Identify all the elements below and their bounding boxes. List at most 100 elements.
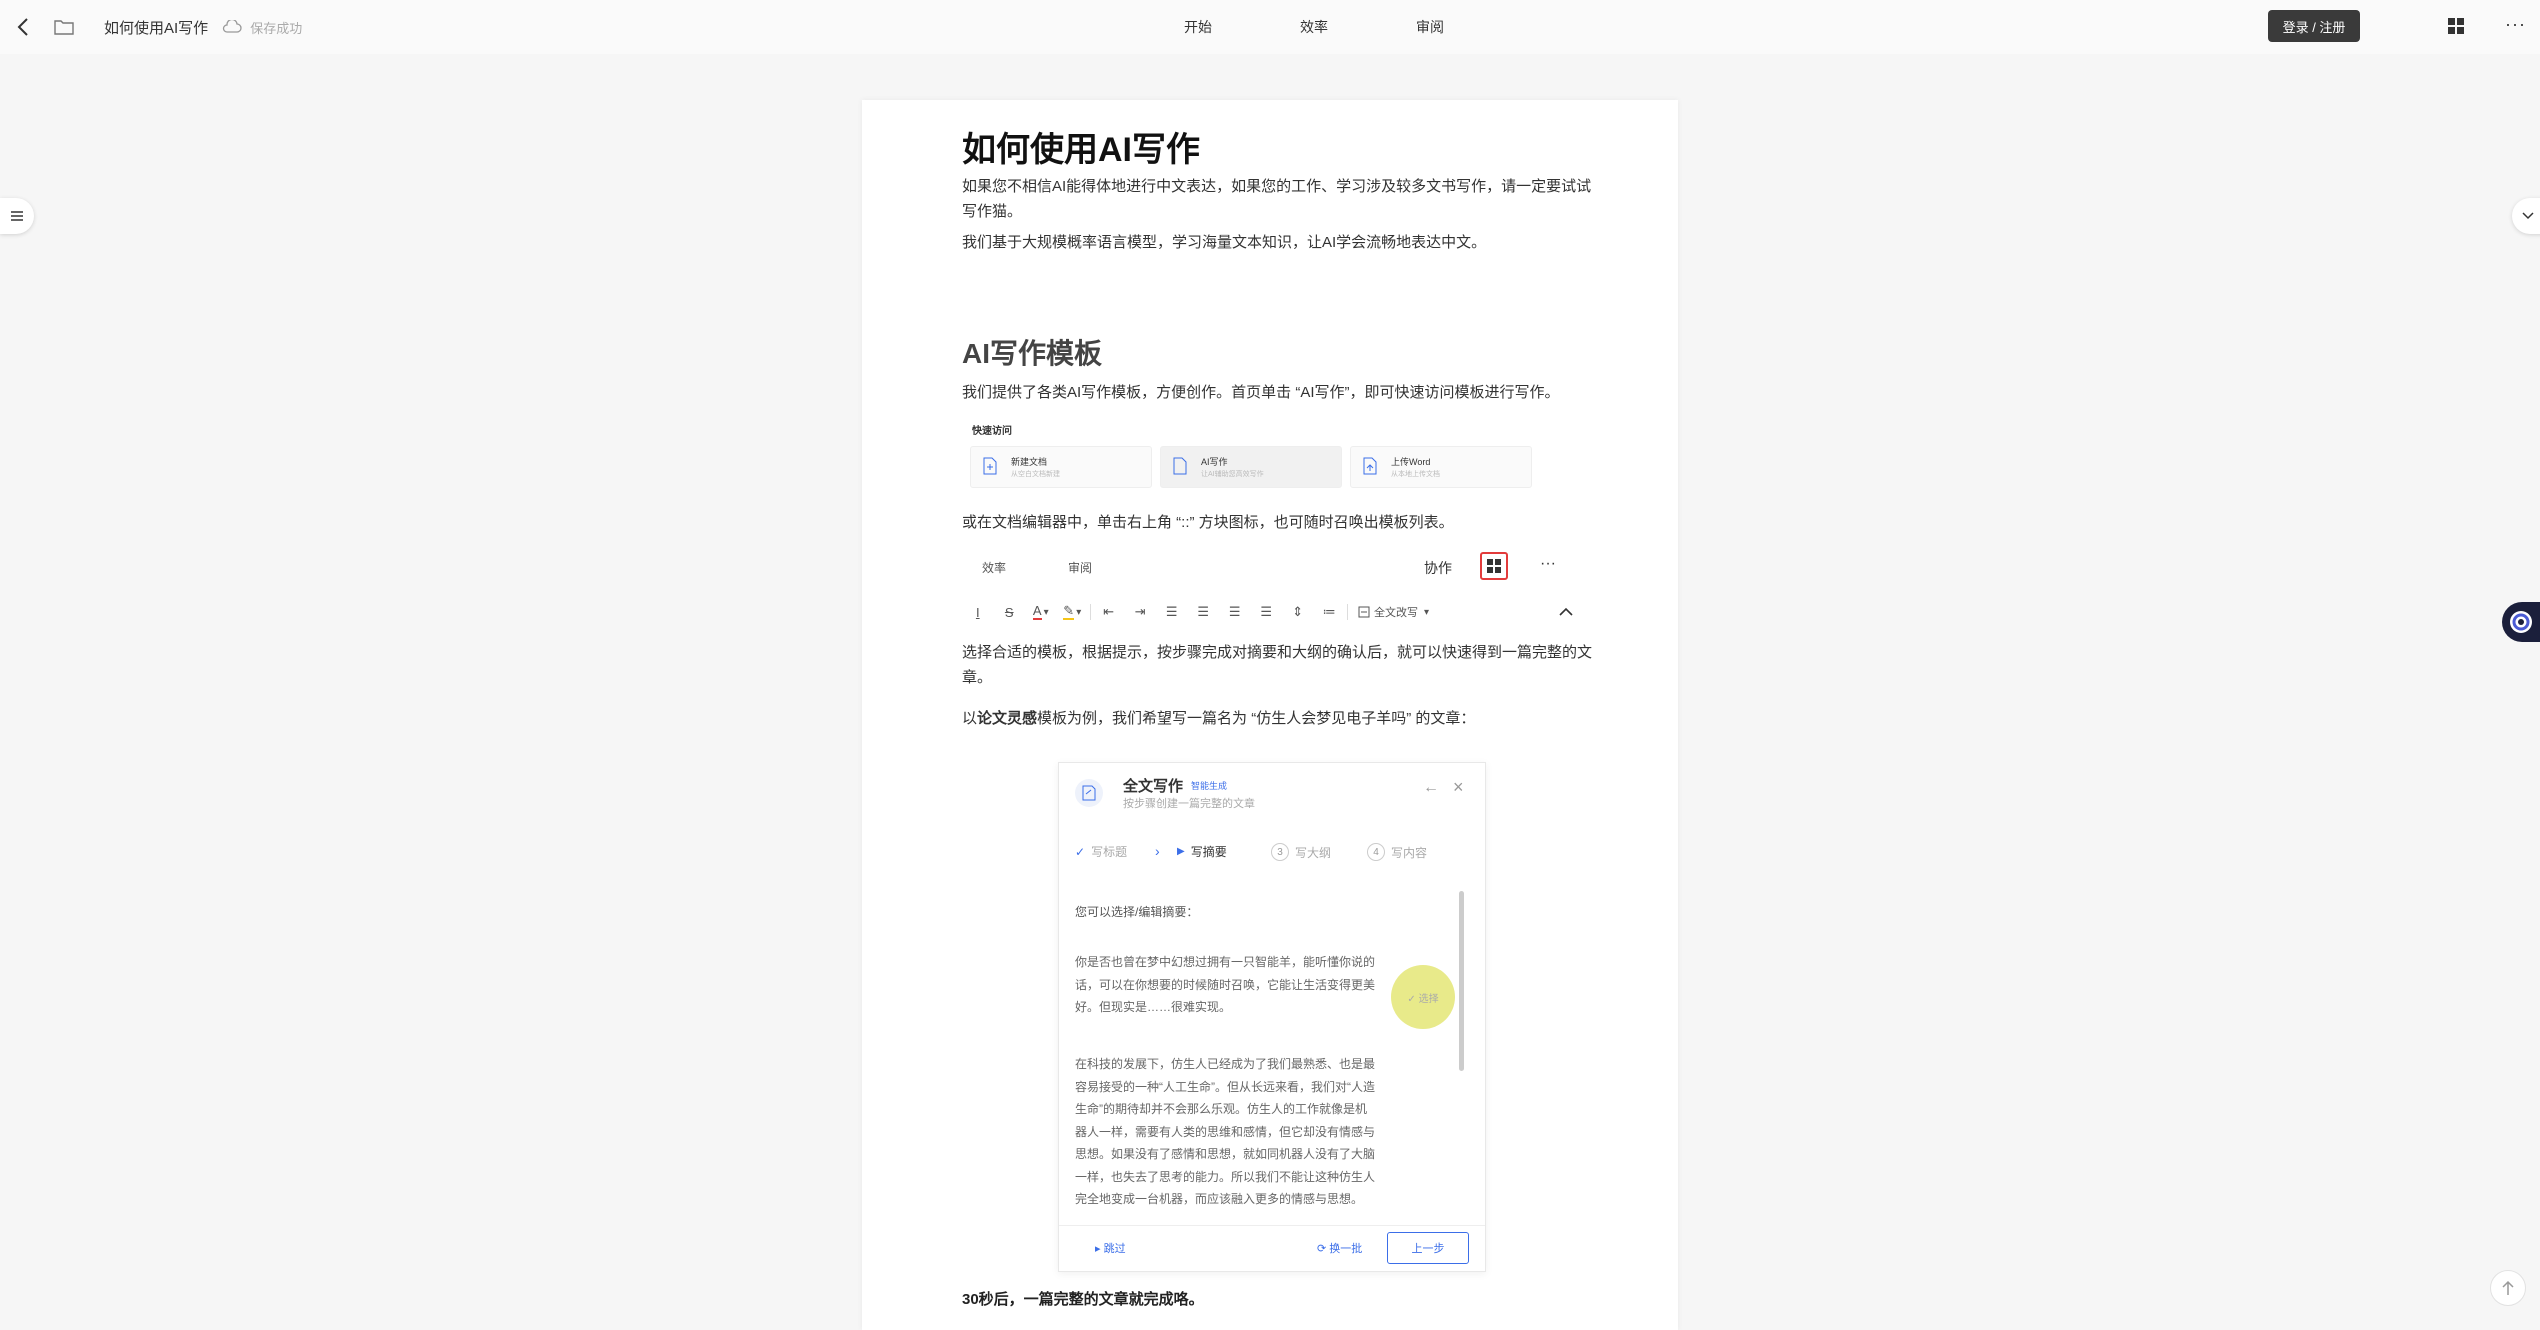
tab-start[interactable]: 开始 [1140, 17, 1256, 37]
arrow-left-icon: ← [1423, 779, 1439, 796]
quick-access-card-upload: 上传Word 从本地上传文档 [1350, 446, 1532, 488]
doc-icon [1173, 457, 1187, 475]
login-button[interactable]: 登录 / 注册 [2268, 10, 2360, 42]
paragraph-templates: 我们提供了各类AI写作模板，方便创作。首页单击 “AI写作”，即可快速访问模板进… [962, 384, 1560, 401]
menu-tabs: 开始 效率 审阅 [1140, 0, 1488, 54]
outline-toggle-button[interactable] [0, 198, 34, 234]
new-doc-icon [983, 457, 997, 475]
paragraph-editor-hint: 或在文档编辑器中，单击右上角 “::” 方块图标，也可随时召唤出模板列表。 [962, 514, 1454, 531]
modal-label: 您可以选择/编辑摘要： [1075, 905, 1199, 919]
grid-icon [2448, 18, 2464, 34]
document-page: 如何使用AI写作 如果您不相信AI能得体地进行中文表达，如果您的工作、学习涉及较… [862, 100, 1678, 1330]
rewrite-icon [1358, 606, 1370, 618]
toolbar-divider [1347, 604, 1348, 620]
quick-access-title: 快速访问 [972, 426, 1012, 437]
arrow-up-icon [2502, 1280, 2514, 1295]
menu-icon [11, 211, 23, 221]
example-prefix: 以 [962, 710, 978, 727]
modal-title: 全文写作 [1123, 778, 1184, 795]
skip-link: ▸ 跳过 [1095, 1243, 1126, 1255]
close-icon: × [1453, 777, 1464, 797]
select-highlight: ✓ 选择 [1391, 965, 1455, 1029]
chevron-down-icon [2522, 212, 2534, 220]
document-title[interactable]: 如何使用AI写作 [104, 17, 208, 38]
cloud-icon [222, 20, 242, 34]
modal-subtitle: 按步骤创建一篇完整的文章 [1123, 798, 1255, 810]
paragraph-final: 30秒后，一篇完整的文章就完成咯。 [962, 1291, 1204, 1308]
chevron-left-icon [17, 18, 28, 36]
right-panel-toggle[interactable] [2512, 198, 2540, 234]
quick-access-name: 上传Word [1391, 457, 1431, 467]
save-status: 保存成功 [250, 20, 303, 36]
quick-access-image: 快速访问 新建文档 从空白文档新建 AI写作 让AI辅助您高效写作 上传Word… [962, 412, 1562, 492]
heading-2: AI写作模板 [962, 338, 1103, 369]
top-bar-left: 如何使用AI写作 保存成功 [12, 0, 302, 54]
abstract-option-1: 你是否也曾在梦中幻想过拥有一只智能羊，能听懂你说的话，可以在你想要的时候随时召唤… [1075, 955, 1375, 1014]
heading-1: 如何使用AI写作 [962, 131, 1200, 169]
quick-access-sub: 让AI辅助您高效写作 [1201, 471, 1264, 478]
step-separator-icon: › [1155, 843, 1160, 859]
toolbar-image: 效率 审阅 协作 ··· I S A▾ ✎▾ ⇤ ⇥ ☰ ☰ ☰ ☰ ⇕ ≔ [962, 544, 1582, 640]
modal-footer: ▸ 跳过 ⟳ 换一批 上一步 [1059, 1225, 1485, 1271]
toolbar-image-more: ··· [1540, 555, 1556, 572]
modal-scrollbar [1459, 891, 1464, 1071]
swap-batch-link: ⟳ 换一批 [1317, 1243, 1363, 1255]
outdent-icon: ⇤ [1103, 604, 1115, 619]
quick-access-card-ai: AI写作 让AI辅助您高效写作 [1160, 446, 1342, 488]
toolbar-divider [1090, 604, 1091, 620]
indent-icon: ⇥ [1134, 604, 1146, 619]
step-item: 3 写大纲 [1271, 843, 1331, 861]
align-left-icon: ☰ [1165, 604, 1178, 619]
line-height-icon: ⇕ [1292, 604, 1304, 619]
template-grid-button[interactable] [2447, 17, 2467, 37]
folder-button[interactable] [54, 12, 78, 42]
toolbar-image-grid [1480, 552, 1508, 580]
align-center-icon: ☰ [1197, 604, 1210, 619]
toolbar-image-coop: 协作 [1424, 560, 1452, 576]
step-item: 4 写内容 [1367, 843, 1427, 861]
folder-icon [54, 20, 74, 35]
example-suffix: 模板为例，我们希望写一篇名为 “仿生人会梦见电子羊吗” 的文章： [1037, 710, 1476, 727]
modal-badge: 智能生成 [1191, 781, 1228, 791]
edit-doc-icon [1075, 779, 1103, 807]
more-menu-button[interactable]: ··· [2505, 14, 2526, 35]
toolbar-image-tab: 效率 [982, 561, 1007, 575]
quick-access-name: AI写作 [1201, 457, 1228, 467]
justify-icon: ☰ [1260, 604, 1273, 619]
quick-access-card-new: 新建文档 从空白文档新建 [970, 446, 1152, 488]
chevron-up-icon [1551, 601, 1583, 623]
modal-steps: ✓ 写标题 › ▶ 写摘要 3 写大纲 4 写内容 [1075, 843, 1475, 863]
full-writing-modal-image: 全文写作 智能生成 按步骤创建一篇完整的文章 ← × ✓ 写标题 › ▶ 写摘要 3… [1058, 762, 1486, 1272]
paragraph-steps: 选择合适的模板，根据提示，按步骤完成对摘要和大纲的确认后，就可以快速得到一篇完整… [962, 644, 1593, 686]
grid-icon [1487, 559, 1501, 573]
top-bar: 如何使用AI写作 保存成功 开始 效率 审阅 登录 / 注册 ··· [0, 0, 2540, 54]
quick-access-sub: 从本地上传文档 [1391, 471, 1440, 478]
underline-icon: I [975, 604, 980, 620]
back-to-top-button[interactable] [2490, 1270, 2526, 1306]
rewrite-dropdown: 全文改写 ▾ [1358, 604, 1429, 620]
rewrite-dropdown-label: 全文改写 [1374, 607, 1418, 619]
upload-doc-icon [1363, 457, 1377, 475]
step-item: ✓ 写标题 [1075, 844, 1128, 860]
strikethrough-icon: S [1004, 604, 1014, 620]
quick-access-name: 新建文档 [1011, 457, 1048, 467]
step-item: ▶ 写摘要 [1177, 845, 1227, 859]
tab-review[interactable]: 审阅 [1372, 17, 1488, 37]
back-button[interactable] [12, 12, 34, 42]
toolbar-image-format-row: I S A ▾ ✎ ▾ ⇤ ⇥ ☰ ☰ ☰ ☰ ⇕ ≔ 全文改写 ▾ [962, 600, 1582, 624]
font-color-icon: A ▾ [1032, 603, 1049, 620]
align-right-icon: ☰ [1228, 604, 1241, 619]
ai-assistant-button[interactable] [2502, 602, 2540, 642]
toolbar-image-tab: 审阅 [1068, 561, 1093, 575]
abstract-option-2: 在科技的发展下，仿生人已经成为了我们最熟悉、也是最容易接受的一种“人工生命”。但… [1075, 1057, 1375, 1206]
highlight-icon: ✎ ▾ [1063, 603, 1082, 620]
tab-efficiency[interactable]: 效率 [1256, 17, 1372, 37]
ai-assistant-icon [2510, 611, 2532, 633]
paragraph-model: 我们基于大规模概率语言模型，学习海量文本知识，让AI学会流畅地表达中文。 [962, 234, 1487, 251]
quick-access-sub: 从空白文档新建 [1011, 471, 1060, 478]
example-bold: 论文灵感 [977, 710, 1038, 727]
list-icon: ≔ [1322, 604, 1336, 619]
paragraph-example: 以论文灵感模板为例，我们希望写一篇名为 “仿生人会梦见电子羊吗” 的文章： [962, 706, 1602, 731]
paragraph-intro: 如果您不相信AI能得体地进行中文表达，如果您的工作、学习涉及较多文书写作，请一定… [962, 178, 1592, 220]
previous-step-button: 上一步 [1387, 1232, 1469, 1264]
